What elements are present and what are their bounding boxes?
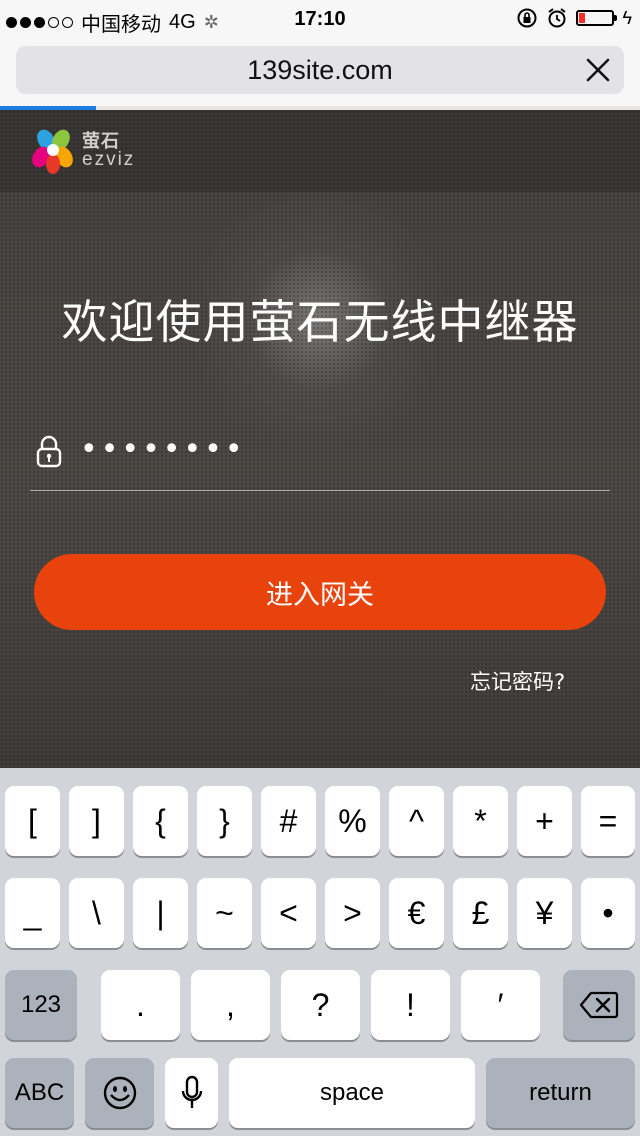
ezviz-logo: 萤石 ezviz	[30, 128, 135, 174]
url-text: 139site.com	[247, 54, 393, 85]
charging-icon: ϟ	[622, 7, 632, 28]
browser-toolbar: 139site.com	[0, 40, 640, 110]
key-euro[interactable]: €	[389, 878, 444, 948]
key-abc-mode[interactable]: ABC	[5, 1058, 74, 1128]
key-exclamation[interactable]: !	[371, 970, 450, 1040]
emoji-key[interactable]	[85, 1058, 154, 1128]
space-key[interactable]: space	[229, 1058, 475, 1128]
backspace-icon	[579, 991, 619, 1019]
key-bullet[interactable]: •	[581, 878, 635, 948]
key-percent[interactable]: %	[325, 786, 380, 856]
battery-level	[579, 13, 586, 23]
key-apostrophe[interactable]: ′	[461, 970, 540, 1040]
key-equals[interactable]: =	[581, 786, 635, 856]
key-backslash[interactable]: \	[69, 878, 124, 948]
key-close-brace[interactable]: }	[197, 786, 252, 856]
microphone-icon	[181, 1075, 202, 1108]
key-tilde[interactable]: ~	[197, 878, 252, 948]
key-greater-than[interactable]: >	[325, 878, 380, 948]
page-title: 欢迎使用萤石无线中继器	[61, 295, 579, 349]
address-bar[interactable]: 139site.com	[16, 46, 624, 94]
key-asterisk[interactable]: *	[453, 786, 508, 856]
emoji-icon	[103, 1076, 136, 1110]
key-question[interactable]: ?	[281, 970, 360, 1040]
keyboard: [ ] { } # % ^ * + = _ \ | ~ < > € £ ¥ • …	[0, 768, 640, 1136]
key-close-bracket[interactable]: ]	[69, 786, 124, 856]
login-page: 萤石 ezviz 欢迎使用萤石无线中继器 •••••••• 进入网关 忘记密码?	[0, 110, 640, 768]
dictation-key[interactable]	[165, 1058, 218, 1128]
key-caret[interactable]: ^	[389, 786, 444, 856]
key-underscore[interactable]: _	[5, 878, 60, 948]
return-key[interactable]: return	[486, 1058, 635, 1128]
brand-name-en: ezviz	[82, 149, 136, 170]
orientation-lock-icon	[517, 8, 537, 28]
battery-icon	[576, 10, 618, 26]
password-value: ••••••••	[80, 432, 246, 467]
key-pipe[interactable]: |	[133, 878, 188, 948]
key-123-mode[interactable]: 123	[5, 970, 77, 1040]
key-comma[interactable]: ,	[191, 970, 270, 1040]
key-plus[interactable]: +	[517, 786, 572, 856]
key-less-than[interactable]: <	[261, 878, 316, 948]
key-pound[interactable]: £	[453, 878, 508, 948]
lock-icon	[36, 435, 62, 468]
key-open-bracket[interactable]: [	[5, 786, 60, 856]
close-icon[interactable]	[584, 56, 612, 84]
key-open-brace[interactable]: {	[133, 786, 188, 856]
password-field[interactable]: ••••••••	[30, 422, 610, 491]
alarm-icon	[548, 8, 567, 28]
key-hash[interactable]: #	[261, 786, 316, 856]
enter-gateway-button[interactable]: 进入网关	[34, 554, 606, 630]
ezviz-logo-icon	[32, 129, 73, 174]
key-period[interactable]: .	[101, 970, 180, 1040]
delete-key[interactable]	[563, 970, 635, 1040]
status-bar: 中国移动 4G ✲ 17:10 ϟ	[0, 0, 640, 40]
forgot-password-link[interactable]: 忘记密码?	[470, 666, 565, 696]
key-yen[interactable]: ¥	[517, 878, 572, 948]
